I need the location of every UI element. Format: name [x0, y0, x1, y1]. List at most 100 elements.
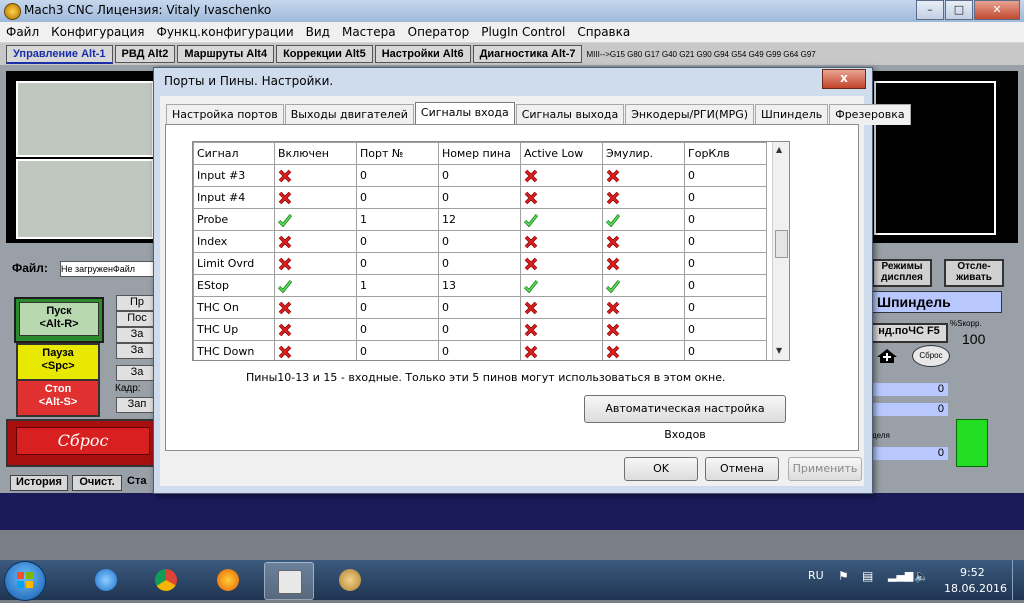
port-cell[interactable]: 0 — [356, 318, 439, 341]
enabled-cross-icon[interactable] — [274, 318, 357, 341]
signal-cell[interactable]: Limit Ovrd — [193, 252, 275, 275]
table-row[interactable]: Probe 1 12 0 — [193, 208, 767, 231]
menu-view[interactable]: Вид — [300, 25, 336, 39]
menu-func-config[interactable]: Функц.конфигурации — [150, 25, 299, 39]
enabled-check-icon[interactable] — [274, 208, 357, 231]
scroll-down-arrow-icon[interactable]: ▼ — [776, 346, 782, 355]
active-low-cross-icon[interactable] — [520, 340, 603, 360]
table-row[interactable]: Limit Ovrd 0 0 0 — [193, 252, 767, 275]
hotkey-cell[interactable]: 0 — [684, 186, 767, 209]
scroll-up-arrow-icon[interactable]: ▲ — [776, 145, 782, 154]
hotkey-cell[interactable]: 0 — [684, 164, 767, 187]
taskbar-firefox[interactable] — [204, 562, 252, 598]
active-low-cross-icon[interactable] — [520, 230, 603, 253]
signal-cell[interactable]: Input #4 — [193, 186, 275, 209]
port-cell[interactable]: 0 — [356, 164, 439, 187]
port-cell[interactable]: 0 — [356, 296, 439, 319]
network-device-icon[interactable]: ▤ — [862, 569, 873, 583]
active-low-cross-icon[interactable] — [520, 296, 603, 319]
signal-cell[interactable]: Probe — [193, 208, 275, 231]
taskbar-mach3[interactable] — [264, 562, 314, 600]
tab-motor-outputs[interactable]: Выходы двигателей — [284, 104, 414, 125]
tab-mdi[interactable]: РВД Alt2 — [114, 45, 176, 63]
hotkey-cell[interactable]: 0 — [684, 252, 767, 275]
history-button[interactable]: История — [10, 475, 68, 491]
port-cell[interactable]: 0 — [356, 186, 439, 209]
pin-cell[interactable]: 0 — [438, 318, 521, 341]
hotkey-cell[interactable]: 0 — [684, 208, 767, 231]
table-row[interactable]: Index 0 0 0 — [193, 230, 767, 253]
spindle-cw-button[interactable]: нд.поЧС F5 — [870, 323, 948, 343]
port-cell[interactable]: 0 — [356, 230, 439, 253]
hotkey-cell[interactable]: 0 — [684, 318, 767, 341]
tab-control[interactable]: Управление Alt-1 — [6, 44, 113, 64]
table-row[interactable]: THC Up 0 0 0 — [193, 318, 767, 341]
port-cell[interactable]: 0 — [356, 252, 439, 275]
active-low-cross-icon[interactable] — [520, 252, 603, 275]
taskbar-ie[interactable] — [82, 562, 130, 598]
pin-cell[interactable]: 0 — [438, 230, 521, 253]
active-low-cross-icon[interactable] — [520, 164, 603, 187]
sro-reset-button[interactable]: Сброс — [912, 345, 950, 367]
tab-input-signals[interactable]: Сигналы входа — [414, 102, 515, 126]
hotkey-cell[interactable]: 0 — [684, 230, 767, 253]
dialog-close-button[interactable]: x — [822, 69, 866, 89]
signal-cell[interactable]: THC Down — [193, 340, 275, 360]
stop-button[interactable]: Стоп <Alt-S> — [16, 379, 100, 417]
active-low-cross-icon[interactable] — [520, 186, 603, 209]
tab-offsets[interactable]: Коррекции Alt5 — [276, 45, 373, 63]
hotkey-cell[interactable]: 0 — [684, 340, 767, 360]
emulated-cross-icon[interactable] — [602, 164, 685, 187]
mach-partial-button-5[interactable]: За — [116, 365, 158, 381]
table-row[interactable]: Input #4 0 0 0 — [193, 186, 767, 209]
port-cell[interactable]: 0 — [356, 340, 439, 360]
tab-output-signals[interactable]: Сигналы выхода — [515, 104, 625, 125]
feed-hold-button[interactable]: Пауза <Spc> — [16, 343, 100, 381]
taskbar-paint[interactable] — [326, 562, 374, 598]
reset-button[interactable]: Сброс — [6, 419, 160, 467]
table-row[interactable]: EStop 1 13 0 — [193, 274, 767, 297]
emulated-check-icon[interactable] — [602, 208, 685, 231]
hotkey-cell[interactable]: 0 — [684, 274, 767, 297]
menu-wizards[interactable]: Мастера — [336, 25, 402, 39]
tab-port-setup[interactable]: Настройка портов — [166, 104, 284, 125]
table-row[interactable]: THC On 0 0 0 — [193, 296, 767, 319]
pin-cell[interactable]: 12 — [438, 208, 521, 231]
display-mode-button[interactable]: Режимы дисплея — [872, 259, 932, 287]
port-cell[interactable]: 1 — [356, 208, 439, 231]
enabled-cross-icon[interactable] — [274, 340, 357, 360]
enabled-cross-icon[interactable] — [274, 296, 357, 319]
mach-partial-button-6[interactable]: Зап — [116, 397, 158, 413]
hotkey-cell[interactable]: 0 — [684, 296, 767, 319]
enabled-cross-icon[interactable] — [274, 186, 357, 209]
port-cell[interactable]: 1 — [356, 274, 439, 297]
enabled-check-icon[interactable] — [274, 274, 357, 297]
show-desktop-button[interactable] — [1012, 560, 1024, 600]
home-icon[interactable] — [876, 348, 898, 364]
action-center-flag-icon[interactable]: ⚑ — [838, 569, 849, 583]
signal-cell[interactable]: EStop — [193, 274, 275, 297]
tab-diagnostics[interactable]: Диагностика Alt-7 — [472, 45, 583, 63]
grid-scrollbar[interactable]: ▲ ▼ — [772, 142, 789, 360]
pin-cell[interactable]: 0 — [438, 164, 521, 187]
emulated-cross-icon[interactable] — [602, 340, 685, 360]
emulated-cross-icon[interactable] — [602, 230, 685, 253]
signal-cell[interactable]: Input #3 — [193, 164, 275, 187]
start-button[interactable] — [4, 561, 46, 601]
cancel-button[interactable]: Отмена — [705, 457, 779, 481]
mach-partial-button-2[interactable]: Пос — [116, 311, 158, 327]
menu-file[interactable]: Файл — [0, 25, 45, 39]
clock-date[interactable]: 18.06.2016 — [944, 582, 1007, 595]
mach-partial-button-3[interactable]: За — [116, 327, 158, 343]
language-indicator[interactable]: RU — [808, 569, 824, 582]
active-low-check-icon[interactable] — [520, 274, 603, 297]
tab-mill[interactable]: Фрезеровка — [829, 104, 911, 125]
signal-cell[interactable]: THC On — [193, 296, 275, 319]
clock-time[interactable]: 9:52 — [960, 566, 985, 579]
scroll-thumb[interactable] — [775, 230, 788, 258]
emulated-check-icon[interactable] — [602, 274, 685, 297]
table-row[interactable]: THC Down 0 0 0 — [193, 340, 767, 360]
mach-partial-button-4[interactable]: За — [116, 343, 158, 359]
signal-cell[interactable]: THC Up — [193, 318, 275, 341]
emulated-cross-icon[interactable] — [602, 252, 685, 275]
